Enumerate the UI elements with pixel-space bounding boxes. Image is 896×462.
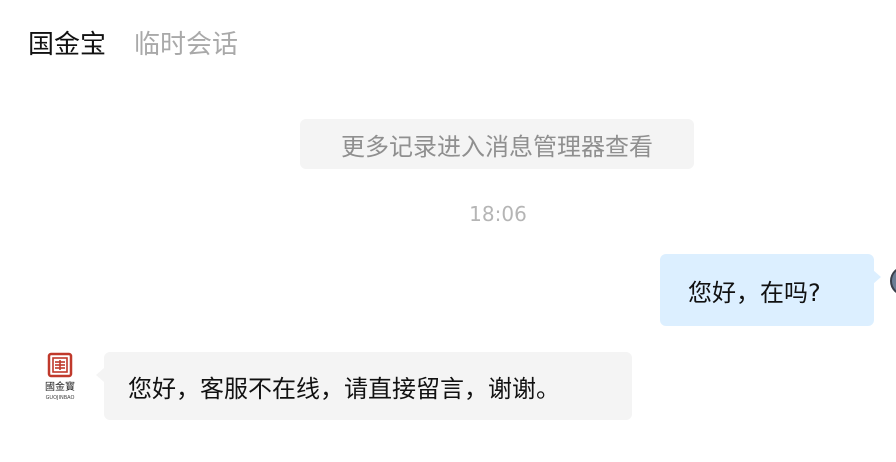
incoming-message-bubble[interactable]: 您好，客服不在线，请直接留言，谢谢。	[96, 352, 632, 420]
incoming-message-text: 您好，客服不在线，请直接留言，谢谢。	[128, 374, 560, 403]
outgoing-message-text: 您好，在吗?	[688, 278, 821, 307]
chat-header: 国金宝 临时会话	[28, 22, 238, 62]
guojinbao-logo-icon: 國金寳 GUOJINBAO	[45, 352, 75, 401]
contact-name[interactable]: 国金宝	[28, 24, 106, 61]
contact-avatar[interactable]: 國金寳 GUOJINBAO	[36, 350, 84, 406]
svg-text:GUOJINBAO: GUOJINBAO	[46, 395, 75, 401]
svg-text:國金寳: 國金寳	[45, 380, 75, 393]
chat-window: 国金宝 临时会话 更多记录进入消息管理器查看 18:06 您好，在吗? 國金寳 …	[0, 0, 896, 462]
message-history-link[interactable]: 更多记录进入消息管理器查看	[300, 119, 694, 169]
session-type-label: 临时会话	[134, 29, 239, 60]
outgoing-message-bubble[interactable]: 您好，在吗?	[660, 254, 881, 326]
message-timestamp: 18:06	[469, 202, 527, 226]
self-avatar[interactable]	[890, 266, 896, 296]
